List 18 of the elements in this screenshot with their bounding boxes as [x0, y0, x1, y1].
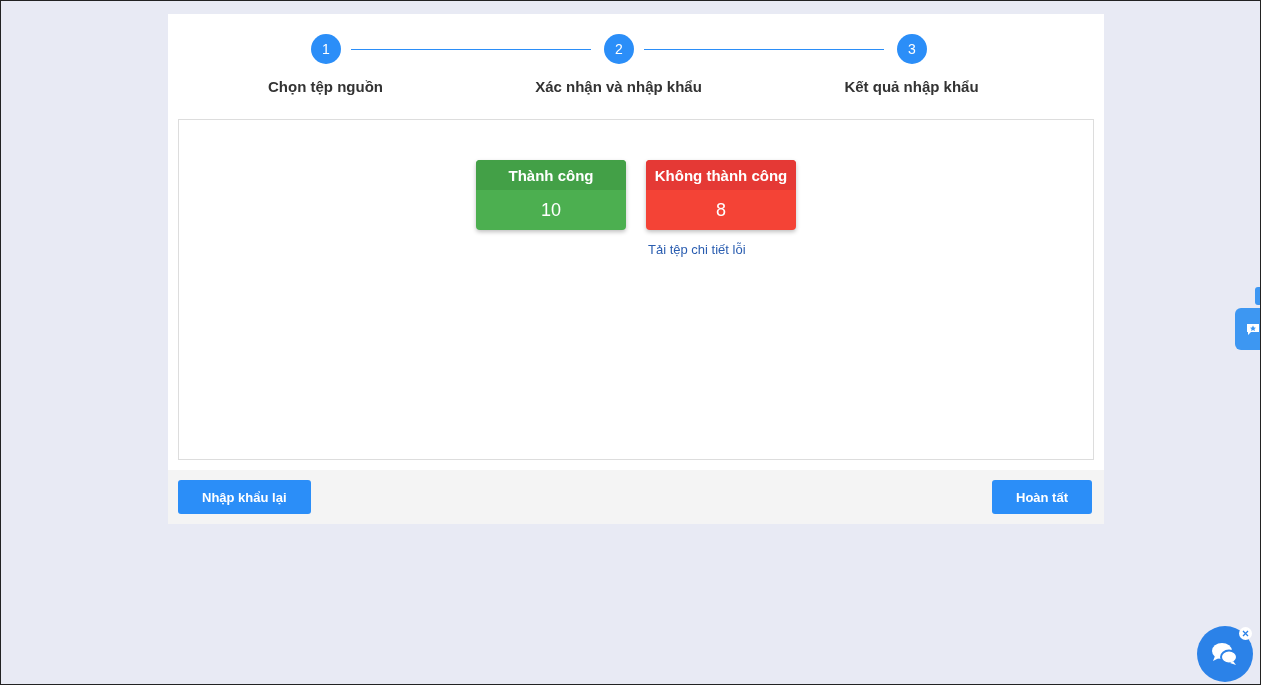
step-label: Kết quả nhập khẩu [843, 78, 980, 97]
close-icon[interactable] [1239, 627, 1252, 640]
result-title: Thành công [476, 160, 626, 190]
step-number: 1 [311, 34, 341, 64]
chat-button[interactable] [1197, 626, 1253, 682]
step-label: Xác nhận và nhập khẩu [534, 78, 703, 97]
feedback-tab[interactable] [1235, 308, 1260, 350]
step-label: Chọn tệp nguồn [267, 78, 384, 97]
finish-button[interactable]: Hoàn tất [992, 480, 1092, 514]
step-number: 3 [897, 34, 927, 64]
step-number: 2 [604, 34, 634, 64]
reimport-button[interactable]: Nhập khẩu lại [178, 480, 311, 514]
download-error-link[interactable]: Tải tệp chi tiết lỗi [648, 242, 746, 257]
result-count: 8 [715, 198, 727, 222]
chat-star-icon [1246, 322, 1260, 336]
result-title: Không thành công [646, 160, 796, 190]
result-count: 10 [540, 198, 562, 222]
chat-bubbles-icon [1211, 641, 1239, 667]
